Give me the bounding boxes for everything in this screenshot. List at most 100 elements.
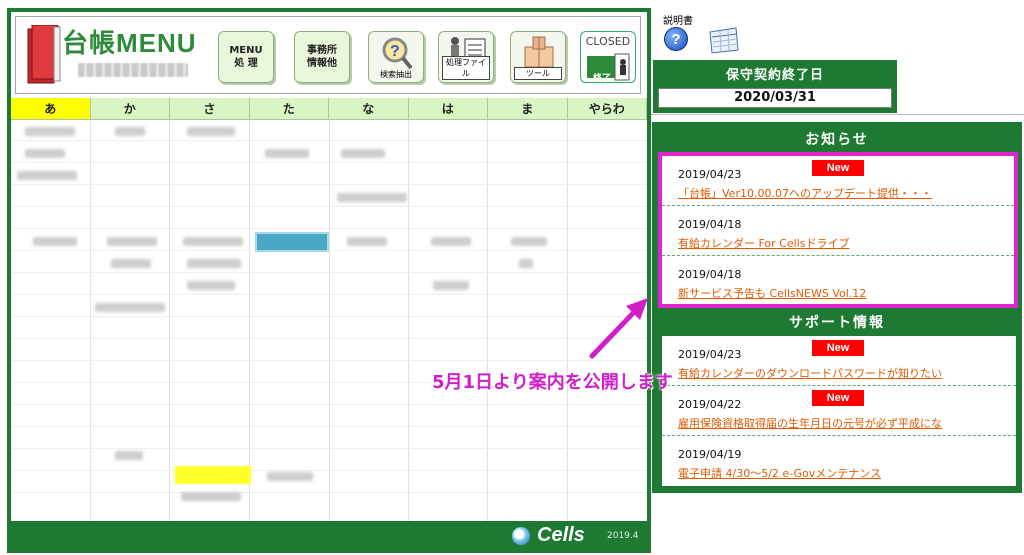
kana-tab-a[interactable]: あ <box>11 98 91 120</box>
company-cell[interactable] <box>267 472 313 481</box>
support-link[interactable]: 雇用保険資格取得届の生年月日の元号が必ず平成にな <box>678 415 1008 431</box>
kana-tab-ka[interactable]: か <box>90 98 170 120</box>
support-link[interactable]: 有給カレンダーのダウンロードパスワードが知りたい <box>678 365 1008 381</box>
menu-process-line2: 処 理 <box>234 58 258 69</box>
company-cell[interactable] <box>107 237 157 246</box>
company-cell[interactable] <box>115 127 145 136</box>
grid-row-line <box>11 426 647 427</box>
kana-tab-sa[interactable]: さ <box>170 98 250 120</box>
company-cell[interactable] <box>183 237 243 246</box>
company-cell[interactable] <box>347 237 387 246</box>
company-cell[interactable] <box>181 492 241 501</box>
callout-arrow-icon <box>589 298 648 359</box>
grid-row-line <box>11 448 647 449</box>
company-cell[interactable] <box>433 281 469 290</box>
main-panel: 台帳MENU MENU 処 理 事務所 情報他 ? 検索抽出 処理ファイル ツー… <box>7 8 651 553</box>
closed-sub-label: 終了 <box>593 74 612 84</box>
news-date: 2019/04/18 <box>678 268 742 281</box>
company-cell[interactable] <box>187 281 235 290</box>
company-cell[interactable] <box>33 237 77 246</box>
kana-tab-ma[interactable]: ま <box>488 98 568 120</box>
grid-row-line <box>11 250 647 251</box>
support-date: 2019/04/22 <box>678 398 742 411</box>
grid-row-line <box>11 228 647 229</box>
footer-bar: Cells 2019.4 <box>7 521 651 553</box>
grid-row-line <box>11 470 647 471</box>
grid-col-divider <box>329 120 330 521</box>
grid-row-line <box>11 206 647 207</box>
divider-line <box>651 114 1024 115</box>
news-item: 2019/04/18 新サービス予告も CellsNEWS Vol.12 <box>662 256 1014 306</box>
grid-col-divider <box>408 120 409 521</box>
support-item: 2019/04/19 電子申請 4/30～5/2 e-Govメンテナンス <box>662 436 1016 486</box>
search-extract-button[interactable]: ? 検索抽出 <box>368 31 424 83</box>
grid-row-line <box>11 404 647 405</box>
company-cell[interactable] <box>341 149 385 158</box>
grid-row-line <box>11 294 647 295</box>
grid-row-line <box>11 140 647 141</box>
kana-tab-ta[interactable]: た <box>249 98 329 120</box>
search-extract-label: 検索抽出 <box>380 70 412 79</box>
company-cell[interactable] <box>25 127 75 136</box>
grid-col-divider <box>567 120 568 521</box>
company-cell[interactable] <box>111 259 151 268</box>
company-cell[interactable] <box>115 451 143 460</box>
menu-header: 台帳MENU MENU 処 理 事務所 情報他 ? 検索抽出 処理ファイル ツー… <box>15 16 641 94</box>
menu-process-button[interactable]: MENU 処 理 <box>218 31 274 83</box>
closed-label: CLOSED <box>585 35 631 48</box>
new-badge: New <box>812 340 864 356</box>
company-cell[interactable] <box>265 149 309 158</box>
office-name-blurred <box>78 63 188 77</box>
company-cell[interactable] <box>519 259 533 268</box>
support-title: サポート情報 <box>789 315 885 331</box>
grid-col-divider <box>169 120 170 521</box>
office-info-button[interactable]: 事務所 情報他 <box>294 31 350 83</box>
grid-col-divider <box>249 120 250 521</box>
support-list: 2019/04/23 New 有給カレンダーのダウンロードパスワードが知りたい … <box>662 336 1016 486</box>
news-link[interactable]: 有給カレンダー For Cellsドライブ <box>678 235 1008 251</box>
grid-row-line <box>11 360 647 361</box>
news-list: 2019/04/23 New 「台帳」Ver10.00.07へのアップデート提供… <box>658 152 1018 308</box>
kana-tab-na[interactable]: な <box>329 98 409 120</box>
support-link[interactable]: 電子申請 4/30～5/2 e-Govメンテナンス <box>678 465 1008 481</box>
support-item: 2019/04/22 New 雇用保険資格取得届の生年月日の元号が必ず平成にな <box>662 386 1016 436</box>
process-file-label: 処理ファイル <box>442 56 490 80</box>
support-date: 2019/04/23 <box>678 348 742 361</box>
company-cell[interactable] <box>511 237 547 246</box>
cells-globe-icon <box>512 527 530 545</box>
new-badge: New <box>812 160 864 176</box>
company-cell[interactable] <box>25 149 65 158</box>
manual-label: 説明書 <box>663 16 693 27</box>
selected-company-cell[interactable] <box>255 232 329 252</box>
grid-col-divider <box>90 120 91 521</box>
company-cell[interactable] <box>95 303 165 312</box>
office-info-line2: 情報他 <box>307 58 337 69</box>
kana-tab-yarawa[interactable]: やらわ <box>567 98 647 120</box>
company-cell[interactable] <box>17 171 77 180</box>
ledger-book-icon <box>27 25 61 84</box>
calendar-icon[interactable] <box>706 26 740 54</box>
tool-button[interactable]: ツール <box>510 31 566 83</box>
company-cell[interactable] <box>431 237 471 246</box>
company-cell[interactable] <box>187 259 241 268</box>
svg-text:?: ? <box>390 43 400 60</box>
support-date: 2019/04/19 <box>678 448 742 461</box>
news-link[interactable]: 新サービス予告も CellsNEWS Vol.12 <box>678 285 1008 301</box>
news-title: お知らせ <box>805 132 869 148</box>
company-cell[interactable] <box>337 193 407 202</box>
version-label: 2019.4 <box>607 531 639 541</box>
office-info-line1: 事務所 <box>307 45 337 56</box>
news-link[interactable]: 「台帳」Ver10.00.07へのアップデート提供・・・ <box>678 185 1008 201</box>
grid-row-line <box>11 338 647 339</box>
menu-process-line1: MENU <box>229 45 263 56</box>
company-cell[interactable] <box>187 127 235 136</box>
new-badge: New <box>812 390 864 406</box>
news-item: 2019/04/23 New 「台帳」Ver10.00.07へのアップデート提供… <box>662 156 1014 206</box>
process-file-button[interactable]: 処理ファイル <box>438 31 494 83</box>
closed-exit-button[interactable]: CLOSED 終了 <box>580 31 636 84</box>
info-panel: お知らせ 2019/04/23 New 「台帳」Ver10.00.07へのアップ… <box>652 122 1022 493</box>
help-icon[interactable]: ? <box>664 27 688 51</box>
annotation-callout: 5月1日より案内を公開します <box>432 372 673 393</box>
kana-tab-ha[interactable]: は <box>408 98 488 120</box>
highlighted-company-cell[interactable] <box>175 466 251 484</box>
